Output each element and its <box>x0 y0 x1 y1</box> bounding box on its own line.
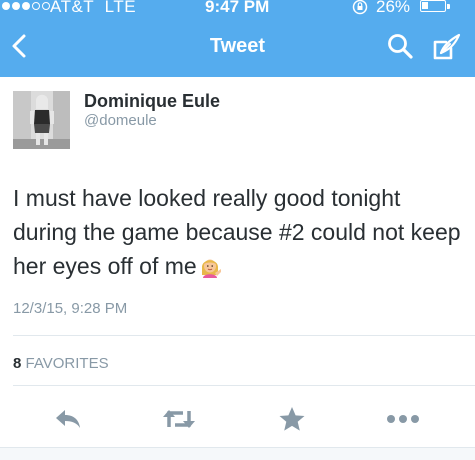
compose-icon[interactable] <box>432 33 462 61</box>
tweet-timestamp: 12/3/15, 9:28 PM <box>13 300 128 317</box>
search-icon[interactable] <box>387 33 413 59</box>
user-handle[interactable]: @domeule <box>84 112 157 129</box>
retweet-button[interactable] <box>159 402 199 436</box>
signal-strength <box>2 2 50 10</box>
favorite-star-icon <box>279 407 305 431</box>
status-bar: AT&T LTE 9:47 PM 26% <box>0 0 475 17</box>
battery-percent: 26% <box>376 0 411 16</box>
favorites-label: FAVORITES <box>25 355 109 372</box>
more-button[interactable] <box>383 402 423 436</box>
rotation-lock-icon <box>352 0 368 15</box>
avatar[interactable] <box>13 91 70 149</box>
retweet-icon <box>163 410 195 428</box>
favorites-number: 8 <box>13 355 22 372</box>
clock: 9:47 PM <box>205 0 270 16</box>
tweet-text-content: I must have looked really good tonight d… <box>13 185 461 279</box>
divider <box>13 335 475 336</box>
battery-icon <box>420 0 450 12</box>
reply-button[interactable] <box>50 402 86 436</box>
display-name[interactable]: Dominique Eule <box>84 91 220 112</box>
tweet-text: I must have looked really good tonight d… <box>13 181 463 283</box>
divider <box>13 385 475 386</box>
carrier-label: AT&T LTE <box>50 0 137 16</box>
next-section-edge <box>0 447 475 460</box>
more-icon <box>387 415 419 423</box>
reply-icon <box>56 410 80 428</box>
favorite-button[interactable] <box>275 402 309 436</box>
favorites-count[interactable]: 8 FAVORITES <box>13 355 109 372</box>
woman-tipping-hand-emoji <box>201 259 221 278</box>
navigation-header: AT&T LTE 9:47 PM 26% Tweet <box>0 0 475 77</box>
